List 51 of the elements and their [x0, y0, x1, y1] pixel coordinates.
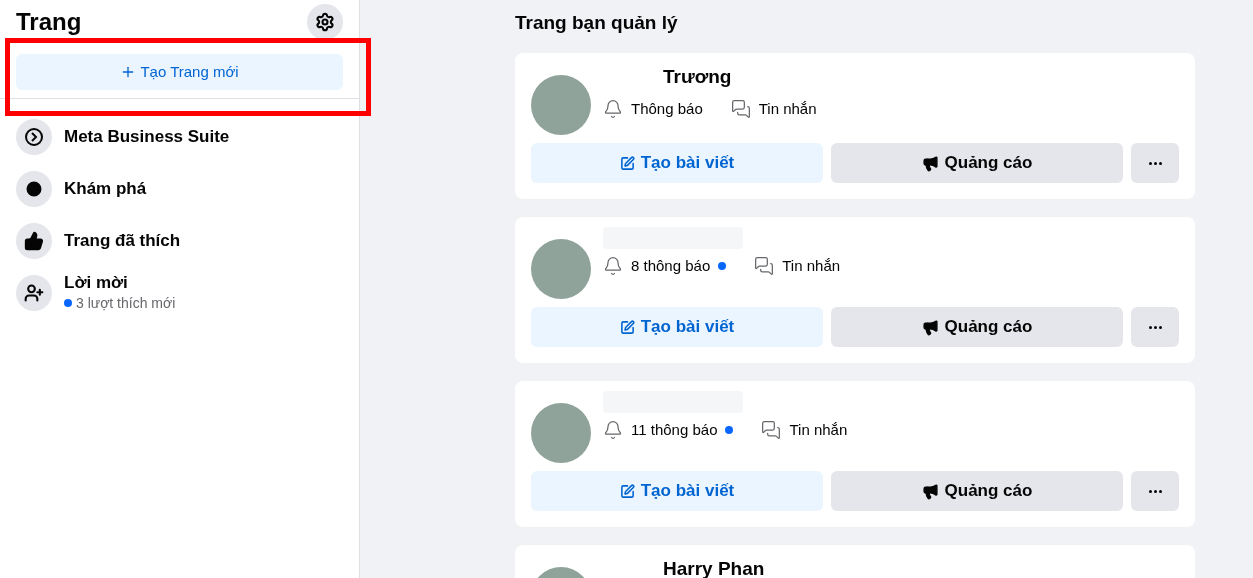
megaphone-icon — [921, 318, 939, 336]
sidebar-item[interactable]: Lời mời 3 lượt thích mới — [16, 271, 343, 315]
advertise-button[interactable]: Quảng cáo — [831, 307, 1123, 347]
more-icon — [1148, 489, 1162, 493]
edit-icon — [619, 155, 635, 171]
settings-icon — [315, 12, 335, 32]
megaphone-icon — [921, 154, 939, 172]
sidebar-item[interactable]: Khám phá — [16, 167, 343, 211]
advertise-button[interactable]: Quảng cáo — [831, 143, 1123, 183]
create-post-button[interactable]: Tạo bài viết — [531, 471, 823, 511]
settings-button[interactable] — [307, 4, 343, 40]
avatar-placeholder — [531, 403, 591, 463]
avatar-placeholder — [531, 239, 591, 299]
page-name: Trương — [662, 65, 733, 89]
more-icon — [1148, 161, 1162, 165]
create-page-button[interactable]: Tạo Trang mới — [16, 54, 343, 90]
edit-icon — [619, 319, 635, 335]
sidebar-item[interactable]: Meta Business Suite — [16, 115, 343, 159]
messages-icon — [754, 256, 775, 277]
more-icon — [1148, 325, 1162, 329]
suite-icon — [24, 127, 44, 147]
item-label: Meta Business Suite — [64, 127, 230, 147]
thumbs-up-icon — [24, 231, 44, 251]
user-plus-icon — [24, 283, 44, 303]
messages-icon — [730, 98, 751, 119]
megaphone-icon — [921, 482, 939, 500]
edit-icon — [619, 483, 635, 499]
notifications-link[interactable]: 8 thông báo — [631, 255, 711, 278]
item-label: Lời mời — [64, 272, 129, 293]
bell-icon — [603, 98, 623, 119]
more-button[interactable] — [1131, 307, 1179, 347]
item-subtitle: 3 lượt thích mới — [76, 293, 176, 313]
create-post-button[interactable]: Tạo bài viết — [531, 143, 823, 183]
item-label: Khám phá — [64, 179, 147, 199]
section-heading: Trang bạn quản lý — [515, 11, 679, 35]
create-post-button[interactable]: Tạo bài viết — [531, 307, 823, 347]
item-label: Trang đã thích — [64, 231, 181, 251]
avatar-placeholder — [531, 75, 591, 135]
sidebar-item[interactable]: Trang đã thích — [16, 219, 343, 263]
more-button[interactable] — [1131, 471, 1179, 511]
notifications-link[interactable]: Thông báo — [631, 97, 703, 120]
sidebar-title: Trang — [16, 7, 82, 37]
messages-link[interactable]: Tin nhắn — [789, 419, 848, 442]
more-button[interactable] — [1131, 143, 1179, 183]
messages-link[interactable]: Tin nhắn — [782, 255, 841, 278]
bell-icon — [603, 420, 623, 441]
messages-icon — [761, 420, 782, 441]
messages-link[interactable]: Tin nhắn — [758, 97, 817, 120]
advertise-button[interactable]: Quảng cáo — [831, 471, 1123, 511]
notifications-link[interactable]: 11 thông báo — [631, 419, 718, 442]
bell-icon — [603, 256, 623, 277]
